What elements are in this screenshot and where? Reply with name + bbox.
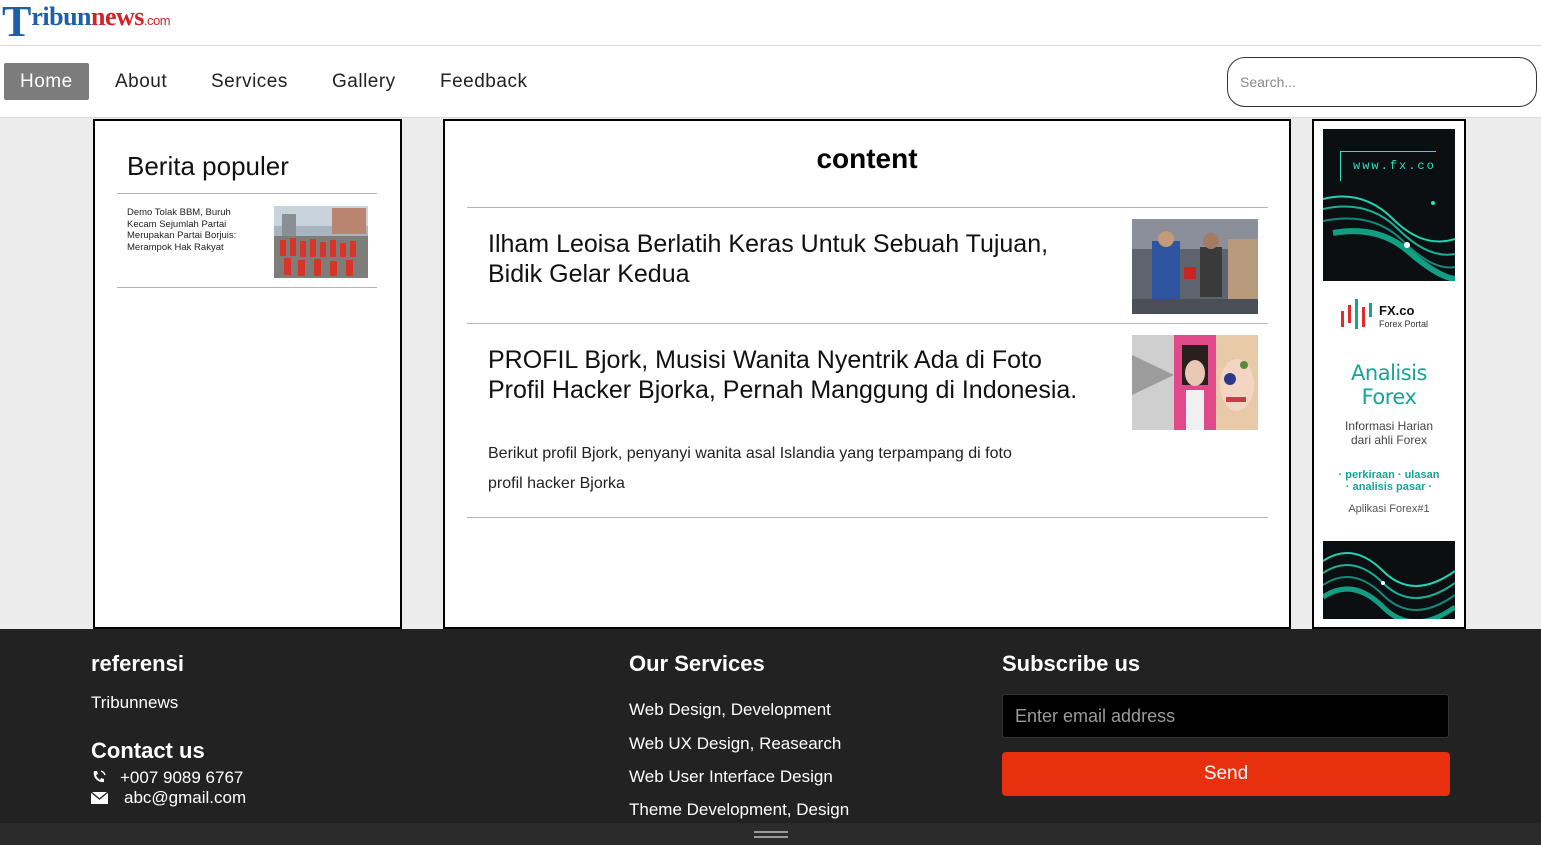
send-button[interactable]: Send [1002, 752, 1450, 796]
popular-news-title: Berita populer [127, 151, 289, 181]
ad-brand: FX.co [1379, 303, 1415, 318]
nav-home[interactable]: Home [4, 63, 89, 100]
ad-heading: Analisis Forex [1323, 361, 1455, 409]
nav-about[interactable]: About [115, 63, 167, 100]
logo-dotcom: .com [143, 13, 171, 28]
ad-banner-panel: www.fx.co FX.co Forex Portal Analisis Fo… [1312, 119, 1466, 629]
logo-news: news [91, 2, 144, 31]
tribunnews-logo[interactable]: Tribunnews.com [2, 0, 171, 46]
bottom-bar [0, 823, 1541, 845]
drag-handle-icon[interactable] [754, 831, 788, 838]
ad-graphic-bottom [1323, 541, 1455, 619]
article-title[interactable]: Ilham Leoisa Berlatih Keras Untuk Sebuah… [488, 229, 1088, 289]
content-panel: content Ilham Leoisa Berlatih Keras Untu… [443, 119, 1291, 629]
ad-info: Informasi Harian dari ahli Forex [1323, 419, 1455, 447]
ad-app-label: Aplikasi Forex#1 [1348, 503, 1430, 515]
logo-wordmark: ribunnews.com [31, 2, 170, 36]
footer-phone: +007 9089 6767 [120, 768, 244, 787]
ad-points-line: · analisis pasar · [1345, 481, 1433, 493]
ad-heading-line: Forex [1361, 385, 1417, 409]
ad-brand-sub: Forex Portal [1379, 319, 1429, 329]
ad-points: · perkiraan · ulasan · analisis pasar · [1323, 469, 1455, 493]
footer-services-title: Our Services [629, 651, 765, 676]
ad-info-line: dari ahli Forex [1350, 433, 1428, 447]
footer-referensi-link[interactable]: Tribunnews [91, 693, 178, 713]
nav-feedback[interactable]: Feedback [440, 63, 527, 100]
divider [467, 323, 1268, 324]
footer-email: abc@gmail.com [124, 788, 247, 807]
footer-service-link[interactable]: Web UX Design, Reasearch [629, 734, 841, 754]
article-thumbnail[interactable] [1132, 219, 1258, 314]
article-title[interactable]: PROFIL Bjork, Musisi Wanita Nyentrik Ada… [488, 345, 1088, 405]
article-description: Berikut profil Bjork, penyanyi wanita as… [488, 445, 1012, 492]
search-input[interactable] [1227, 57, 1537, 107]
top-header: Tribunnews.com [0, 0, 1541, 46]
popular-news-link[interactable]: Demo Tolak BBM, Buruh Kecam Sejumlah Par… [127, 207, 257, 253]
mail-icon [91, 791, 109, 804]
footer: referensi Tribunnews Contact us +007 908… [0, 629, 1541, 845]
footer-contact-title: Contact us [91, 738, 205, 763]
navbar: Home About Services Gallery Feedback [0, 46, 1541, 118]
article-thumbnail[interactable] [1132, 335, 1258, 430]
footer-subscribe-title: Subscribe us [1002, 651, 1141, 676]
footer-referensi-title: referensi [91, 651, 184, 676]
ad-info-line: Informasi Harian [1344, 419, 1434, 433]
popular-news-panel: Berita populer Demo Tolak BBM, Buruh Kec… [93, 119, 402, 629]
subscribe-email-input[interactable] [1002, 694, 1449, 738]
candlestick-icon [1341, 299, 1372, 329]
popular-news-thumbnail[interactable] [274, 206, 368, 278]
divider [467, 207, 1268, 208]
logo-letter-t: T [2, 0, 32, 46]
divider [117, 287, 377, 288]
divider [117, 193, 377, 194]
forex-ad-banner[interactable]: www.fx.co FX.co Forex Portal Analisis Fo… [1323, 129, 1455, 619]
ad-heading-line: Analisis [1351, 361, 1427, 385]
ad-url: www.fx.co [1340, 151, 1436, 181]
footer-service-link[interactable]: Web Design, Development [629, 700, 831, 720]
divider [467, 517, 1268, 518]
nav-services[interactable]: Services [211, 63, 288, 100]
ad-points-line: · perkiraan · ulasan [1338, 469, 1440, 481]
nav-gallery[interactable]: Gallery [332, 63, 396, 100]
content-title: content [816, 143, 918, 174]
phone-icon [93, 770, 106, 783]
logo-ribun: ribun [31, 2, 92, 31]
footer-service-link[interactable]: Theme Development, Design [629, 800, 849, 820]
footer-service-link[interactable]: Web User Interface Design [629, 767, 833, 787]
